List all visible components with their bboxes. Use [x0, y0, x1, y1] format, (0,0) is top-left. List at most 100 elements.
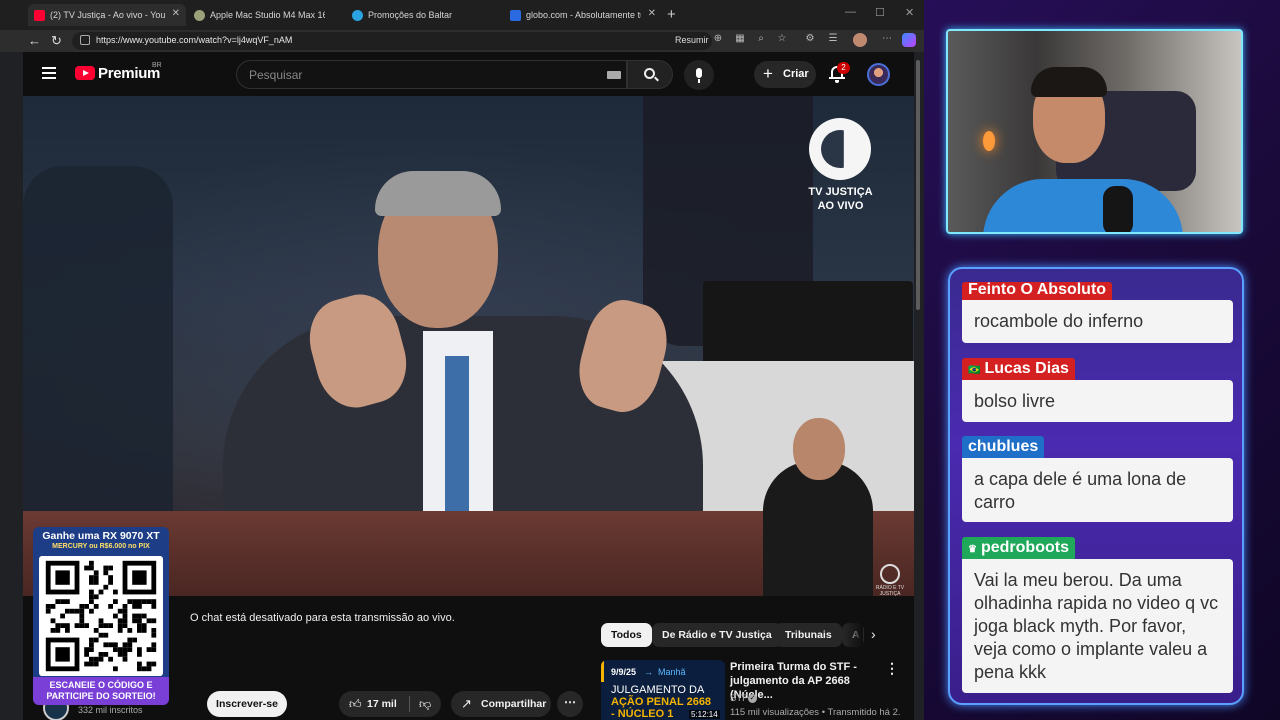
thumbs-up-icon[interactable]: 👍︎	[349, 697, 362, 711]
subscriber-count: 332 mil inscritos	[78, 705, 143, 715]
chevron-right-icon[interactable]: ›	[871, 626, 876, 642]
chat-username: ♛ pedroboots	[962, 537, 1075, 559]
qr-code-icon	[39, 556, 163, 676]
globo-favicon-icon	[510, 9, 521, 21]
telegram-favicon-icon	[352, 9, 363, 21]
promo-cta-line2: PARTICIPE DO SORTEIO!	[46, 691, 156, 701]
page-scrollbar[interactable]	[915, 52, 921, 720]
new-tab-icon[interactable]: +	[667, 6, 676, 23]
scrollbar-thumb[interactable]	[916, 60, 920, 310]
video-player[interactable]: TV JUSTIÇA AO VIVO RÁDIO E TV JUSTIÇA	[23, 96, 914, 596]
back-icon[interactable]: ←	[28, 33, 41, 48]
youtube-brand[interactable]: Premium	[98, 65, 160, 82]
giveaway-promo: Ganhe uma RX 9070 XT MERCURY ou R$6.000 …	[33, 527, 169, 705]
collections-icon[interactable]: ☰	[826, 33, 840, 47]
arrow-icon: →	[644, 667, 653, 677]
url-text: https://www.youtube.com/watch?v=lj4wqVF_…	[96, 35, 293, 45]
chip-radio-tv-justica[interactable]: De Rádio e TV Justiça	[652, 623, 782, 647]
keyboard-icon[interactable]	[607, 71, 621, 79]
chat-username: 🇧🇷 Lucas Dias	[962, 358, 1075, 380]
tab-label: (2) TV Justiça - Ao vivo - YouTube	[50, 10, 165, 20]
tab-strip: (2) TV Justiça - Ao vivo - YouTube ✕ App…	[0, 0, 924, 30]
streamer-hair	[1031, 67, 1107, 97]
tab-globo[interactable]: globo.com - Absolutamente tudo ✕	[504, 4, 662, 26]
search-button[interactable]	[627, 60, 673, 89]
chat-disabled-notice: O chat está desativado para esta transmi…	[190, 612, 455, 624]
thumb-title-line1: JULGAMENTO DA	[611, 684, 705, 696]
search-box	[236, 60, 627, 89]
tab-youtube[interactable]: (2) TV Justiça - Ao vivo - YouTube ✕	[28, 4, 186, 26]
extensions-icon[interactable]: ⚙	[803, 33, 817, 47]
thumbs-down-icon[interactable]: 👎︎	[419, 697, 431, 712]
interpreter-body	[763, 461, 873, 596]
minimize-icon[interactable]: —	[845, 6, 856, 18]
notification-badge: 2	[837, 62, 850, 74]
thumb-date: 9/9/25	[611, 667, 637, 677]
interpreter-head	[793, 418, 845, 480]
share-button[interactable]: ↗ Compartilhar	[451, 691, 551, 717]
tab-label: globo.com - Absolutamente tudo	[526, 10, 641, 20]
crown-badge-icon: ♛	[968, 544, 977, 555]
promo-subtitle: MERCURY ou R$6.000 no PIX	[52, 543, 150, 550]
lock-icon	[80, 35, 90, 45]
recommendation-thumbnail[interactable]: 9/9/25 → Manhã JULGAMENTO DA AÇÃO PENAL …	[601, 660, 725, 720]
translate-icon[interactable]: ⊕	[711, 33, 725, 47]
like-count[interactable]: 17 mil	[367, 698, 397, 710]
region-code: BR	[152, 62, 162, 69]
tab-label: Promoções do Baltar	[368, 10, 453, 20]
youtube-logo-icon[interactable]	[75, 66, 95, 80]
more-actions-button[interactable]: ⋯	[557, 691, 583, 717]
maximize-icon[interactable]: ☐	[875, 6, 885, 19]
youtube-header: Premium BR + Criar	[23, 52, 914, 96]
thumb-title-line2: AÇÃO PENAL 2668	[611, 696, 712, 708]
tab-apple[interactable]: Apple Mac Studio M4 Max 16-core	[188, 4, 344, 26]
logo-text-line2: AO VIVO	[817, 200, 864, 212]
radio-tv-justica-logo-icon	[880, 564, 900, 584]
apple-favicon-icon	[194, 9, 205, 21]
create-button[interactable]: + Criar	[754, 61, 816, 88]
close-tab-icon[interactable]: ✕	[172, 8, 180, 19]
reload-icon[interactable]: ↻	[51, 33, 62, 49]
hamburger-menu-icon[interactable]	[42, 67, 56, 79]
streamer-webcam	[946, 29, 1243, 234]
subscribe-button[interactable]: Inscrever-se	[207, 691, 287, 717]
plus-icon: +	[763, 64, 773, 83]
tab-baltar[interactable]: Promoções do Baltar	[346, 4, 502, 26]
chat-message: rocambole do inferno	[962, 300, 1233, 343]
youtube-favicon-icon	[34, 9, 45, 21]
url-field[interactable]: https://www.youtube.com/watch?v=lj4wqVF_…	[72, 32, 712, 50]
recommendation-channel[interactable]: STF	[730, 693, 748, 704]
logo-text-line1: TV JUSTIÇA	[808, 186, 873, 198]
small-logo-text: RÁDIO E TV JUSTIÇA	[875, 585, 905, 596]
lamp	[983, 131, 995, 151]
share-label: Compartilhar	[481, 698, 547, 710]
flag-badge-icon: 🇧🇷	[968, 365, 981, 376]
promo-cta-line1: ESCANEIE O CÓDIGO E	[49, 680, 153, 690]
stream-scene: (2) TV Justiça - Ao vivo - YouTube ✕ App…	[0, 0, 1280, 720]
chat-message: Vai la meu berou. Da uma olhadinha rapid…	[962, 559, 1233, 693]
resumir-button[interactable]: Resumir	[675, 35, 709, 45]
app-icon[interactable]: ▦	[733, 33, 747, 47]
more-options-icon[interactable]: ⋮	[885, 660, 899, 677]
speaker-hair	[375, 171, 501, 216]
voice-search-button[interactable]	[684, 60, 714, 90]
thumb-title-line3: - NÚCLEO 1	[611, 708, 674, 720]
verified-icon: ✓	[748, 694, 757, 703]
menu-icon[interactable]: ⋯	[880, 33, 894, 47]
chip-tribunais[interactable]: Tribunais	[775, 623, 842, 647]
microphone-icon	[696, 68, 702, 78]
thumb-duration: 5:12:14	[689, 710, 720, 719]
microphone	[1103, 186, 1133, 232]
like-dislike-group: 👍︎ 17 mil 👎︎	[339, 691, 441, 717]
recommendation-meta: 115 mil visualizações • Transmitido há 2…	[730, 707, 900, 718]
favorite-star-icon[interactable]: ☆	[775, 33, 789, 47]
zoom-icon[interactable]: ⌕	[754, 33, 768, 47]
account-avatar[interactable]	[867, 63, 890, 86]
profile-avatar[interactable]	[853, 33, 867, 47]
copilot-icon[interactable]	[902, 33, 916, 47]
close-window-icon[interactable]: ✕	[905, 6, 914, 19]
close-tab-icon[interactable]: ✕	[648, 8, 656, 19]
search-input[interactable]	[249, 67, 589, 83]
chip-todos[interactable]: Todos	[601, 623, 652, 647]
promo-title: Ganhe uma RX 9070 XT	[42, 530, 160, 542]
